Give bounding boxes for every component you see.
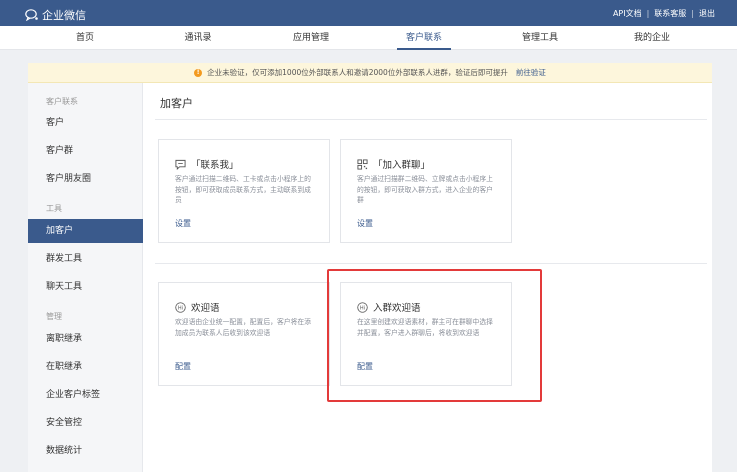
contact-me-settings-link[interactable]: 设置: [175, 218, 191, 229]
nav-customer-contact[interactable]: 客户联系: [379, 26, 469, 50]
hi-icon: Hi: [175, 301, 186, 313]
sidebar-group-customer-contact: 客户联系: [46, 97, 78, 106]
top-links: API文档 | 联系客服 | 退出: [613, 8, 715, 19]
card-title: 「加入群聊」: [373, 160, 431, 171]
verification-notice: ! 企业未验证，仅可添加1000位外部联系人和邀请2000位外部联系人进群，验证…: [28, 63, 712, 83]
sidebar-item-resigned-inheritance[interactable]: 离职继承: [28, 327, 143, 351]
sidebar-item-customer-groups[interactable]: 客户群: [28, 139, 143, 163]
sidebar-item-customer-tags[interactable]: 企业客户标签: [28, 383, 143, 407]
card-description: 客户通过扫描二维码、工卡或点击小程序上的按钮，即可获取成员联系方式，主动联系到成…: [175, 175, 311, 204]
app-name: 企业微信: [42, 9, 86, 22]
card-header: 「联系我」: [175, 157, 239, 171]
nav-contacts[interactable]: 通讯录: [153, 26, 243, 50]
card-description: 客户通过扫描群二维码、立牌或点击小程序上的按钮，即可获取入群方式，进入企业的客户…: [357, 175, 493, 204]
app-logo[interactable]: 企业微信: [25, 7, 86, 23]
wecom-logo-icon: [25, 9, 38, 21]
contact-support-link[interactable]: 联系客服: [654, 8, 686, 19]
top-link-separator: |: [691, 9, 694, 18]
qr-code-icon: [357, 158, 368, 170]
sidebar-item-add-customer[interactable]: 加客户: [28, 219, 143, 243]
sidebar-item-active-inheritance[interactable]: 在职继承: [28, 355, 143, 379]
card-join-group: 「加入群聊」 客户通过扫描群二维码、立牌或点击小程序上的按钮，即可获取入群方式，…: [340, 139, 512, 243]
card-title: 「联系我」: [191, 160, 239, 171]
sidebar-group-tools: 工具: [46, 204, 62, 213]
card-description: 欢迎语由企业统一配置，配置后，客户将在添加成员为联系人后收到该欢迎语: [175, 318, 311, 337]
sidebar-item-data-statistics[interactable]: 数据统计: [28, 439, 143, 463]
nav-management-tools[interactable]: 管理工具: [495, 26, 585, 50]
verify-link[interactable]: 前往验证: [516, 67, 546, 78]
sidebar: 客户联系 客户 客户群 客户朋友圈 工具 加客户 群发工具 聊天工具 管理 离职…: [28, 83, 143, 472]
logout-link[interactable]: 退出: [699, 8, 715, 19]
sidebar-item-customer-moments[interactable]: 客户朋友圈: [28, 167, 143, 191]
card-title: 欢迎语: [191, 303, 220, 314]
card-header: Hi 欢迎语: [175, 300, 220, 314]
card-header: 「加入群聊」: [357, 157, 430, 171]
page-title: 加客户: [160, 97, 193, 110]
section-divider: [155, 263, 707, 264]
card-contact-me: 「联系我」 客户通过扫描二维码、工卡或点击小程序上的按钮，即可获取成员联系方式，…: [158, 139, 330, 243]
title-divider: [155, 119, 707, 120]
sidebar-group-manage: 管理: [46, 312, 62, 321]
nav-app-management[interactable]: 应用管理: [266, 26, 356, 50]
sidebar-item-broadcast-tool[interactable]: 群发工具: [28, 247, 143, 271]
top-link-separator: |: [646, 9, 650, 18]
chat-bubble-icon: [175, 159, 186, 170]
notice-text: 企业未验证，仅可添加1000位外部联系人和邀请2000位外部联系人进群，验证后即…: [207, 68, 508, 77]
svg-text:Hi: Hi: [178, 305, 183, 311]
card-welcome-message: Hi 欢迎语 欢迎语由企业统一配置，配置后，客户将在添加成员为联系人后收到该欢迎…: [158, 282, 330, 386]
nav-my-enterprise[interactable]: 我的企业: [607, 26, 697, 50]
welcome-message-config-link[interactable]: 配置: [175, 361, 191, 372]
sidebar-item-customers[interactable]: 客户: [28, 111, 143, 135]
join-group-settings-link[interactable]: 设置: [357, 218, 373, 229]
api-docs-link[interactable]: API文档: [613, 8, 642, 19]
highlight-box: [327, 269, 542, 402]
sidebar-item-chat-tool[interactable]: 聊天工具: [28, 275, 143, 299]
sidebar-item-security-control[interactable]: 安全管控: [28, 411, 143, 435]
warning-icon: !: [194, 68, 203, 77]
nav-home[interactable]: 首页: [40, 26, 130, 50]
top-bar: 企业微信 API文档 | 联系客服 | 退出: [0, 0, 737, 26]
main-nav: 首页 通讯录 应用管理 客户联系 管理工具 我的企业: [0, 26, 737, 50]
